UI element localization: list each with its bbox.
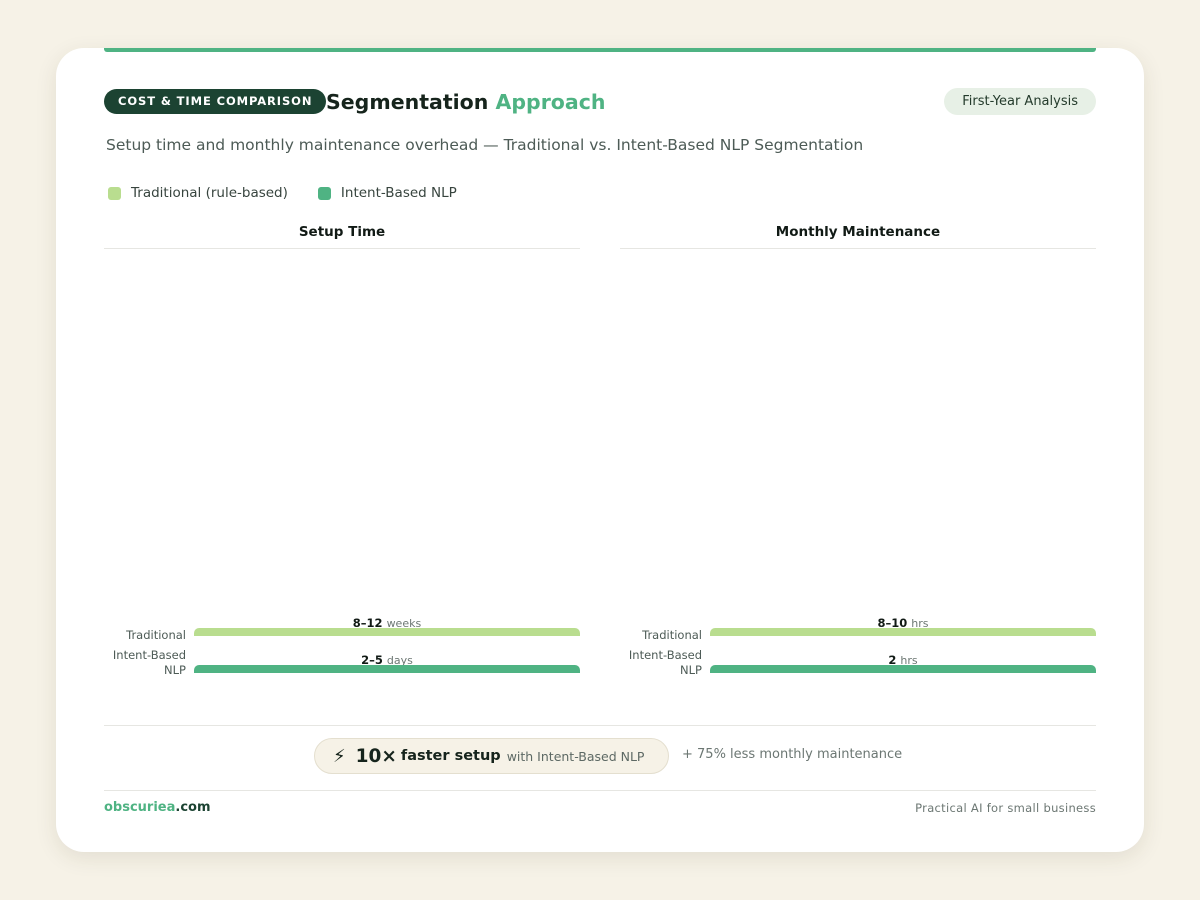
bar-row-intent: Intent-Based NLP 2–5 days: [104, 648, 580, 679]
brand-name: obscuriea: [104, 800, 176, 815]
monthly-maintenance-panel: Monthly Maintenance Traditional 8–10 hrs …: [620, 224, 1096, 704]
legend: Traditional (rule-based) Intent-Based NL…: [108, 185, 457, 201]
brand-link[interactable]: obscuriea.com: [104, 800, 211, 815]
bar-track: 8–10 hrs: [710, 612, 1096, 642]
page-title: Segmentation Approach: [326, 88, 605, 116]
bar-track: 2 hrs: [710, 649, 1096, 679]
row-label: Intent-Based NLP: [112, 648, 186, 677]
comparison-card: COST & TIME COMPARISON Segmentation Appr…: [56, 48, 1144, 852]
title-accent: Approach: [495, 90, 606, 114]
analysis-period-pill: First-Year Analysis: [944, 88, 1096, 115]
callout-multiplier: 10×: [355, 745, 397, 767]
setup-time-panel: Setup Time Traditional 8–12 weeks Intent-…: [104, 224, 580, 704]
legend-swatch-traditional: [108, 186, 121, 200]
category-badge: COST & TIME COMPARISON: [104, 89, 327, 114]
callout-headline: faster setup: [400, 748, 501, 764]
subtitle: Setup time and monthly maintenance overh…: [106, 136, 864, 154]
callout-detail: with Intent-Based NLP: [506, 748, 645, 764]
footer-tagline: Practical AI for small business: [915, 801, 1096, 815]
brand-domain: .com: [175, 800, 211, 815]
footer-divider: [104, 790, 1096, 791]
row-label: Traditional: [126, 628, 186, 642]
legend-item-traditional: Traditional (rule-based): [108, 185, 288, 201]
lightning-bolt-icon: ⚡: [333, 745, 346, 767]
bar-intent: [710, 665, 1096, 673]
bar-row-traditional: Traditional 8–12 weeks: [104, 612, 580, 642]
bar-intent: [194, 665, 580, 673]
legend-item-intent: Intent-Based NLP: [317, 185, 457, 201]
row-label: Intent-Based NLP: [628, 648, 702, 677]
section-divider: [104, 725, 1096, 726]
accent-bar: [104, 48, 1096, 52]
bar-row-intent: Intent-Based NLP 2 hrs: [620, 648, 1096, 679]
legend-label-intent: Intent-Based NLP: [340, 185, 457, 201]
bar-row-traditional: Traditional 8–10 hrs: [620, 612, 1096, 642]
legend-label-traditional: Traditional (rule-based): [131, 185, 288, 201]
bar-traditional: [710, 628, 1096, 636]
title-main: Segmentation: [326, 90, 489, 114]
bar-track: 8–12 weeks: [194, 612, 580, 642]
bar-track: 2–5 days: [194, 649, 580, 679]
panel-title-setup-time: Setup Time: [104, 224, 580, 249]
row-label: Traditional: [642, 628, 702, 642]
legend-swatch-intent: [317, 186, 331, 200]
bar-traditional: [194, 628, 580, 636]
panel-title-monthly-maintenance: Monthly Maintenance: [620, 224, 1096, 249]
callout-note: + 75% less monthly maintenance: [682, 747, 903, 762]
speedup-callout: ⚡ 10× faster setup with Intent-Based NLP: [314, 738, 670, 774]
